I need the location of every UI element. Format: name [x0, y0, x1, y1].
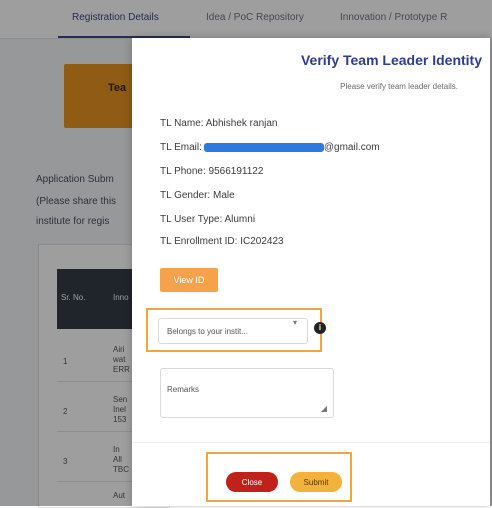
- verify-identity-modal: Verify Team Leader Identity Please verif…: [132, 38, 490, 506]
- tl-enrollment-id: TL Enrollment ID: IC202423: [160, 236, 284, 247]
- tl-email: TL Email: @gmail.com: [160, 142, 380, 153]
- view-id-button[interactable]: View ID: [160, 268, 218, 292]
- close-button[interactable]: Close: [226, 472, 278, 492]
- chevron-down-icon[interactable]: ▾: [293, 318, 297, 327]
- info-icon[interactable]: i: [314, 322, 326, 334]
- tl-email-label: TL Email:: [160, 142, 202, 153]
- tl-user-type: TL User Type: Alumni: [160, 214, 256, 225]
- select-value: Belongs to your instit...: [167, 327, 248, 336]
- tl-name: TL Name: Abhishek ranjan: [160, 118, 278, 129]
- remarks-textarea[interactable]: Remarks ◢: [160, 368, 334, 418]
- footer-divider: [132, 442, 490, 443]
- redacted-email-bar: [203, 142, 324, 152]
- tl-phone: TL Phone: 9566191122: [160, 166, 264, 177]
- tl-gender: TL Gender: Male: [160, 190, 235, 201]
- actions-highlight: Close Submit: [206, 452, 352, 502]
- resize-handle-icon[interactable]: ◢: [321, 404, 327, 413]
- remarks-placeholder: Remarks: [167, 385, 200, 394]
- belongs-to-institute-select[interactable]: Belongs to your instit...: [158, 318, 308, 344]
- belongs-select-highlight: Belongs to your instit... ▾ i: [146, 308, 326, 352]
- submit-button[interactable]: Submit: [290, 472, 342, 492]
- tl-email-domain: @gmail.com: [323, 142, 380, 153]
- modal-subtitle: Please verify team leader details.: [340, 82, 458, 91]
- modal-title: Verify Team Leader Identity: [300, 52, 482, 68]
